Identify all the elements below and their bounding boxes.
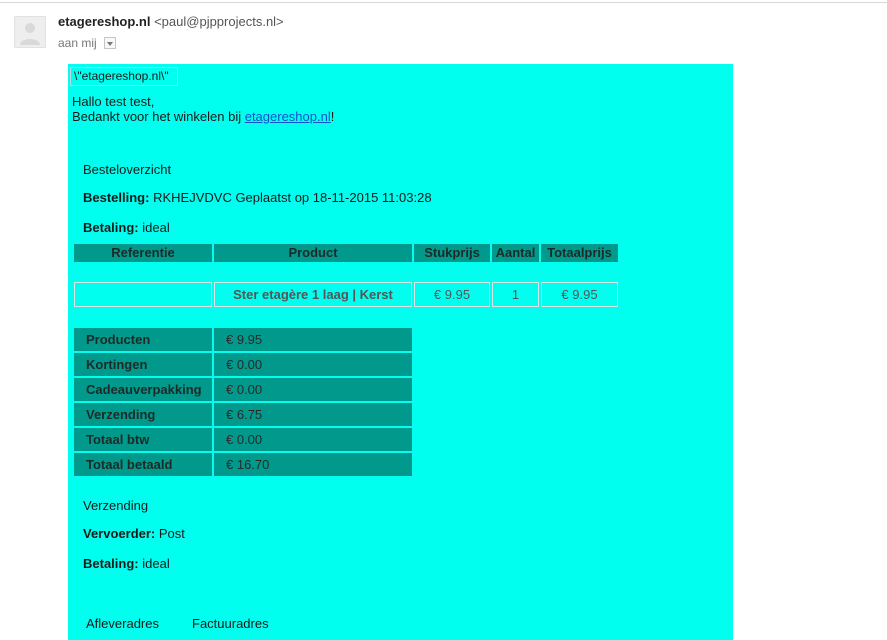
totals-label-shipping: Verzending [74,403,212,426]
thanks-suffix: ! [330,109,335,124]
billing-address-heading: Factuuradres [192,616,269,631]
totals-value-discounts: € 0.00 [214,353,412,376]
payment-value: ideal [142,220,170,235]
payment-label: Betaling: [83,220,139,235]
column-header-total-price: Totaalprijs [541,244,618,262]
shipping-payment-value: ideal [142,556,170,571]
thanks-line: Bedankt voor het winkelen bij etageresho… [72,109,334,124]
totals-label-discounts: Kortingen [74,353,212,376]
totals-value-shipping: € 6.75 [214,403,412,426]
shipping-payment-line: Betaling: ideal [83,556,170,571]
sender-avatar[interactable] [14,16,46,48]
delivery-address-heading: Afleveradres [86,616,159,631]
column-header-quantity: Aantal [492,244,539,262]
thanks-prefix: Bedankt voor het winkelen bij [72,109,245,124]
logo-image-alt: \"etagereshop.nl\" [70,67,178,86]
order-line: Bestelling: RKHEJVDVC Geplaatst op 18-11… [83,190,432,205]
sender-email: <paul@pjpprojects.nl> [154,14,284,29]
item-product-cell: Ster etagère 1 laag | Kerst [214,282,412,307]
totals-label-paid: Totaal betaald [74,453,212,476]
order-value: RKHEJVDVC Geplaatst op 18-11-2015 11:03:… [153,190,432,205]
column-header-product: Product [214,244,412,262]
email-body: \"etagereshop.nl\" Hallo test test, Beda… [68,64,733,640]
sender-line: etagereshop.nl <paul@pjpprojects.nl> [58,14,284,30]
shipping-payment-label: Betaling: [83,556,139,571]
sender-name[interactable]: etagereshop.nl [58,14,150,29]
carrier-label: Vervoerder: [83,526,156,541]
recipient-details-button[interactable] [104,37,116,49]
totals-label-products: Producten [74,328,212,351]
payment-line: Betaling: ideal [83,220,170,235]
greeting: Hallo test test, [72,94,155,109]
header-divider [0,2,887,3]
person-icon [20,23,40,45]
totals-value-gift-wrap: € 0.00 [214,378,412,401]
totals-value-products: € 9.95 [214,328,412,351]
column-header-unit-price: Stukprijs [414,244,490,262]
order-label: Bestelling: [83,190,150,205]
shop-link[interactable]: etagereshop.nl [245,109,331,124]
column-header-reference: Referentie [74,244,212,262]
item-reference-cell [74,282,212,307]
item-total-price-cell: € 9.95 [541,282,618,307]
totals-label-gift-wrap: Cadeauverpakking [74,378,212,401]
recipient-label: aan mij [58,36,97,50]
totals-label-vat: Totaal btw [74,428,212,451]
carrier-line: Vervoerder: Post [83,526,185,541]
item-unit-price-cell: € 9.95 [414,282,490,307]
order-overview-heading: Besteloverzicht [83,162,172,177]
shipping-heading: Verzending [83,498,149,513]
totals-value-paid: € 16.70 [214,453,412,476]
item-quantity-cell: 1 [492,282,539,307]
chevron-down-icon [107,42,113,46]
carrier-value: Post [158,526,185,541]
totals-value-vat: € 0.00 [214,428,412,451]
